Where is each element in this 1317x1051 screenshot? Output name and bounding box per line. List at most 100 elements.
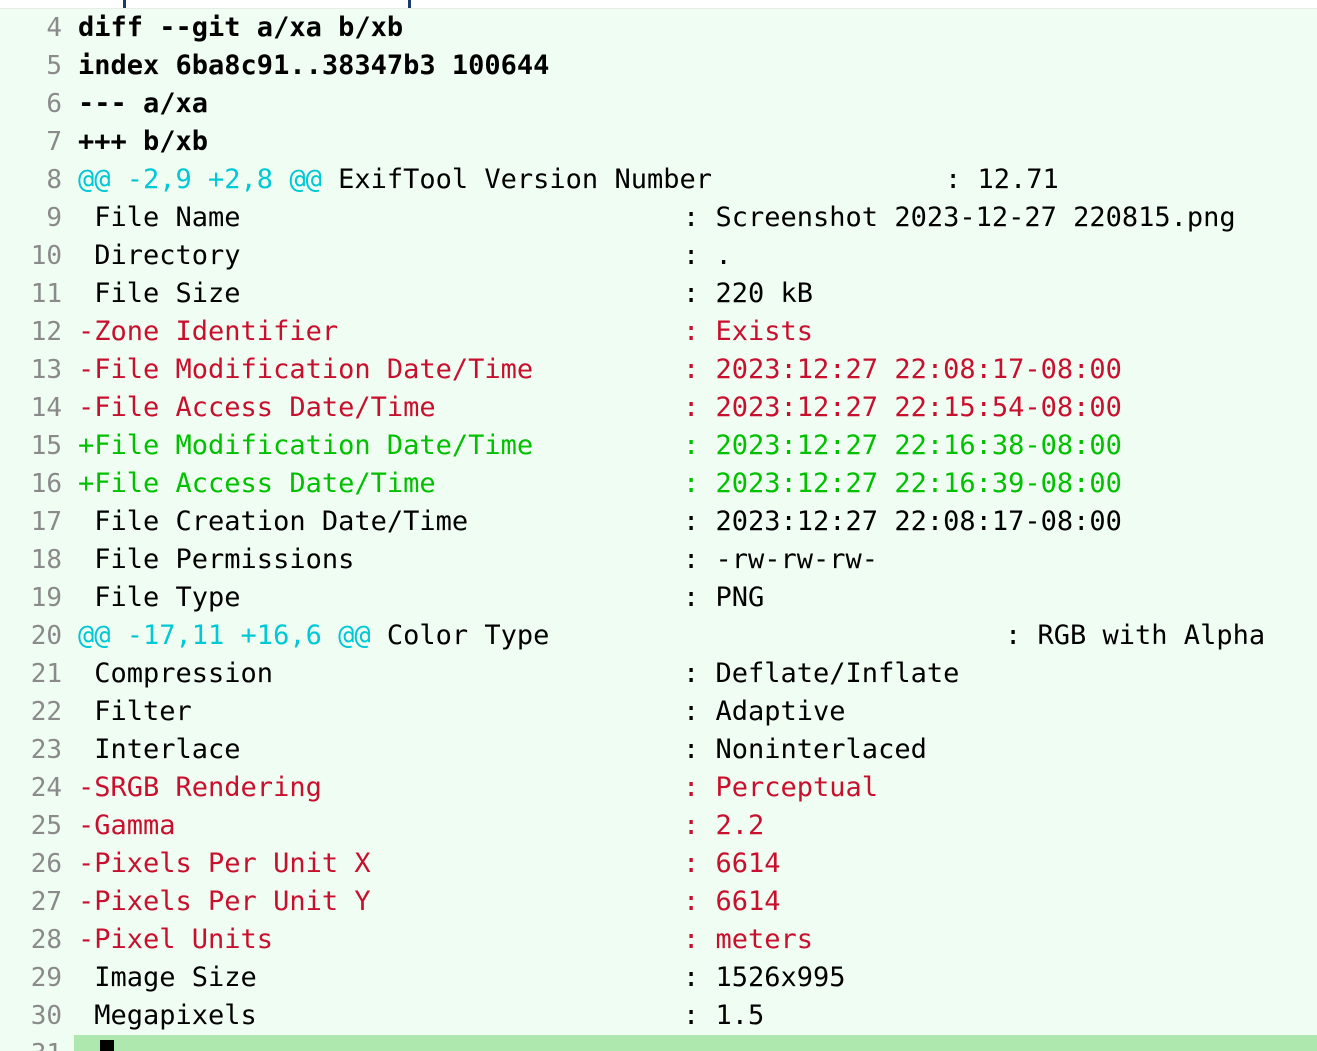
- metadata-value: : PNG: [683, 582, 765, 613]
- line-number: 14: [30, 393, 62, 423]
- metadata-key: Megapixels: [78, 1000, 257, 1031]
- diff-hunk-line: @@ -2,9 +2,8 @@ ExifTool Version Number: [78, 161, 712, 199]
- diff-header-text: diff --git a/xa b/xb: [78, 12, 404, 43]
- diff-line[interactable]: 17 File Creation Date/Time : 2023:12:27 2…: [0, 503, 1317, 541]
- line-number: 30: [30, 1001, 62, 1031]
- line-number: 20: [30, 621, 62, 651]
- metadata-key: -Pixels Per Unit Y: [78, 886, 371, 917]
- metadata-key: -File Access Date/Time: [78, 392, 436, 423]
- metadata-key: -Zone Identifier: [78, 316, 339, 347]
- metadata-value: : 6614: [683, 886, 781, 917]
- diff-header-text: +++ b/xb: [78, 126, 209, 157]
- hunk-range-marker: @@ -2,9 +2,8 @@: [78, 164, 322, 195]
- diff-line[interactable]: 23 Interlace: Noninterlaced: [0, 731, 1317, 769]
- diff-line[interactable]: 31: [0, 1035, 1317, 1051]
- metadata-key: -File Modification Date/Time: [78, 354, 534, 385]
- metadata-value: : RGB with Alpha: [1005, 620, 1266, 651]
- window-chrome-strip: [0, 0, 1317, 9]
- metadata-key: Image Size: [78, 962, 257, 993]
- line-number: 19: [30, 583, 62, 613]
- line-number: 6: [46, 89, 62, 119]
- line-number: 22: [30, 697, 62, 727]
- chrome-tick-right-icon: [408, 0, 411, 8]
- line-number: 18: [30, 545, 62, 575]
- metadata-value: : .: [683, 240, 732, 271]
- diff-line[interactable]: 8 @@ -2,9 +2,8 @@ ExifTool Version Number…: [0, 161, 1317, 199]
- metadata-value: : 2023:12:27 22:15:54-08:00: [683, 392, 1122, 423]
- metadata-value: : 1526x995: [683, 962, 846, 993]
- metadata-value: : 220 kB: [683, 278, 814, 309]
- diff-line[interactable]: 18 File Permissions: -rw-rw-rw-: [0, 541, 1317, 579]
- metadata-key: -SRGB Rendering: [78, 772, 322, 803]
- metadata-key: +File Modification Date/Time: [78, 430, 534, 461]
- line-number: 15: [30, 431, 62, 461]
- diff-line[interactable]: 7 +++ b/xb: [0, 123, 1317, 161]
- line-number: 31: [0, 1035, 62, 1051]
- metadata-key: Directory: [78, 240, 241, 271]
- metadata-key: File Size: [78, 278, 241, 309]
- metadata-value: : Perceptual: [683, 772, 879, 803]
- metadata-value: : meters: [683, 924, 814, 955]
- diff-line[interactable]: 22 Filter: Adaptive: [0, 693, 1317, 731]
- diff-line[interactable]: 12 -Zone Identifier: Exists: [0, 313, 1317, 351]
- diff-header-text: index 6ba8c91..38347b3 100644: [78, 50, 550, 81]
- diff-line[interactable]: 11 File Size : 220 kB: [0, 275, 1317, 313]
- line-number: 7: [46, 127, 62, 157]
- metadata-value: : 2023:12:27 22:08:17-08:00: [683, 506, 1122, 537]
- diff-line[interactable]: 6 --- a/xa: [0, 85, 1317, 123]
- diff-line[interactable]: 28 -Pixel Units : meters: [0, 921, 1317, 959]
- metadata-value: : 1.5: [683, 1000, 765, 1031]
- diff-line[interactable]: 27 -Pixels Per Unit Y: 6614: [0, 883, 1317, 921]
- line-number: 25: [30, 811, 62, 841]
- line-number: 28: [30, 925, 62, 955]
- line-number: 12: [30, 317, 62, 347]
- metadata-key: Interlace: [78, 734, 241, 765]
- line-number: 13: [30, 355, 62, 385]
- line-number: 26: [30, 849, 62, 879]
- diff-line[interactable]: 10 Directory : .: [0, 237, 1317, 275]
- line-number: 21: [30, 659, 62, 689]
- metadata-value: : Deflate/Inflate: [683, 658, 960, 689]
- line-number: 23: [30, 735, 62, 765]
- diff-line[interactable]: 29 Image Size : 1526x995: [0, 959, 1317, 997]
- diff-line[interactable]: 19 File Type: PNG: [0, 579, 1317, 617]
- line-number: 4: [46, 13, 62, 43]
- diff-line[interactable]: 4 diff --git a/xa b/xb: [0, 9, 1317, 47]
- diff-line[interactable]: 14 -File Access Date/Time : 2023:12:27 22:…: [0, 389, 1317, 427]
- diff-line[interactable]: 5 index 6ba8c91..38347b3 100644: [0, 47, 1317, 85]
- diff-line[interactable]: 9 File Name: Screenshot 2023-12-27 22081…: [0, 199, 1317, 237]
- metadata-value: : 2.2: [683, 810, 765, 841]
- diff-line[interactable]: 21 Compression : Deflate/Inflate: [0, 655, 1317, 693]
- metadata-key: Color Type: [370, 620, 550, 651]
- diff-line[interactable]: 30 Megapixels : 1.5: [0, 997, 1317, 1035]
- metadata-key: Compression: [78, 658, 274, 689]
- diff-hunk-line: @@ -17,11 +16,6 @@ Color Type: [78, 617, 549, 655]
- diff-line[interactable]: 25 -Gamma : 2.2: [0, 807, 1317, 845]
- metadata-key: Filter: [78, 696, 192, 727]
- metadata-value: : 2023:12:27 22:16:38-08:00: [683, 430, 1122, 461]
- diff-line[interactable]: 24 -SRGB Rendering : Perceptual: [0, 769, 1317, 807]
- metadata-key: ExifTool Version Number: [321, 164, 712, 195]
- line-number: 10: [30, 241, 62, 271]
- metadata-key: File Creation Date/Time: [78, 506, 469, 537]
- line-number: 29: [30, 963, 62, 993]
- line-number: 8: [46, 165, 62, 195]
- metadata-value: : 6614: [683, 848, 781, 879]
- line-number: 24: [30, 773, 62, 803]
- metadata-key: File Name: [78, 202, 241, 233]
- diff-line[interactable]: 15 +File Modification Date/Time : 2023:12:…: [0, 427, 1317, 465]
- metadata-key: +File Access Date/Time: [78, 468, 436, 499]
- line-number: 17: [30, 507, 62, 537]
- line-number: 11: [30, 279, 62, 309]
- metadata-value: : Screenshot 2023-12-27 220815.png: [683, 202, 1236, 233]
- diff-line[interactable]: 26 -Pixels Per Unit X: 6614: [0, 845, 1317, 883]
- diff-line[interactable]: 13 -File Modification Date/Time : 2023:12:…: [0, 351, 1317, 389]
- metadata-value: : 2023:12:27 22:08:17-08:00: [683, 354, 1122, 385]
- diff-line[interactable]: 16 +File Access Date/Time: 2023:12:27 22:…: [0, 465, 1317, 503]
- metadata-key: -Pixel Units: [78, 924, 274, 955]
- diff-header-text: --- a/xa: [78, 88, 209, 119]
- metadata-key: -Gamma: [78, 810, 176, 841]
- diff-line[interactable]: 20 @@ -17,11 +16,6 @@ Color Type : RGB wit…: [0, 617, 1317, 655]
- metadata-value: : -rw-rw-rw-: [683, 544, 879, 575]
- diff-code-area[interactable]: 4 diff --git a/xa b/xb 5 index 6ba8c91..383…: [0, 9, 1317, 1051]
